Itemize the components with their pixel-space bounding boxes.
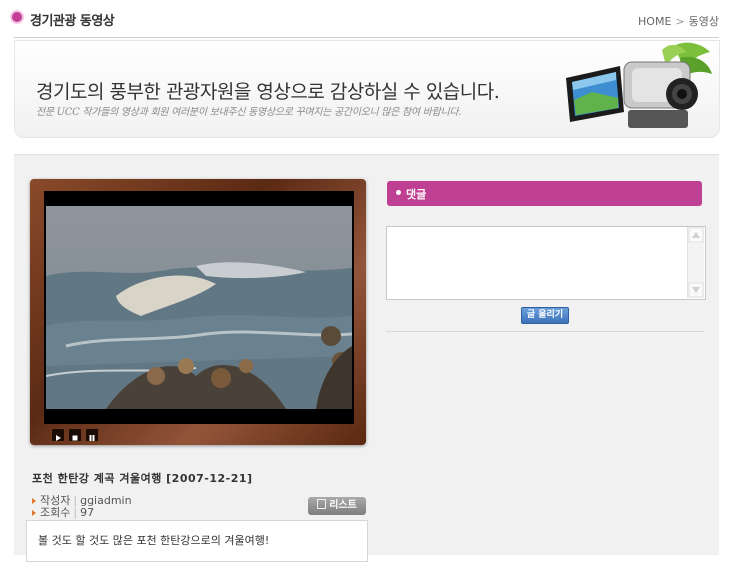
views-label: 조회수 (40, 506, 71, 519)
list-button[interactable]: 리스트 (308, 497, 366, 515)
pause-icon (89, 435, 95, 441)
play-icon (56, 435, 61, 441)
comments-divider (386, 331, 704, 332)
page-title: 경기관광 동영상 (30, 14, 115, 29)
video-frame[interactable] (46, 206, 352, 409)
camcorder-icon (566, 42, 712, 128)
stop-icon (72, 435, 78, 441)
breadcrumb-home[interactable]: HOME (638, 15, 671, 28)
banner-main-text: 경기도의 풍부한 관광자원을 영상으로 감상하실 수 있습니다. (36, 81, 500, 103)
breadcrumb: HOME > 동영상 (638, 13, 719, 29)
comments-title: 댓글 (406, 188, 427, 201)
comments-header (387, 181, 702, 206)
pause-button[interactable] (85, 428, 99, 442)
comment-scrollbar[interactable] (687, 227, 704, 298)
title-bullet-icon (12, 12, 22, 22)
breadcrumb-current: 동영상 (688, 15, 719, 28)
submit-comment-button[interactable]: 글 올리기 (521, 307, 569, 324)
views-value: 97 (80, 506, 95, 519)
comments-bullet-icon (396, 190, 401, 195)
comment-input[interactable] (386, 226, 706, 300)
video-description: 볼 것도 할 것도 많은 포천 한탄강으로의 겨울여행! (38, 534, 270, 547)
list-button-label: 리스트 (329, 500, 357, 511)
video-title: 포천 한탄강 계곡 겨울여행 [2007-12-21] (32, 472, 253, 485)
breadcrumb-separator: > (675, 15, 685, 28)
stop-button[interactable] (68, 428, 82, 442)
list-icon (317, 499, 327, 509)
play-button[interactable] (51, 428, 65, 442)
scroll-arrows-icon (688, 227, 704, 298)
bullet-icon (32, 510, 36, 516)
views-row: 조회수 | 97 (32, 504, 94, 520)
banner-sub-text: 전문 UCC 작가들의 영상과 회원 여러분이 보내주신 동영상으로 꾸며지는 … (36, 107, 462, 118)
